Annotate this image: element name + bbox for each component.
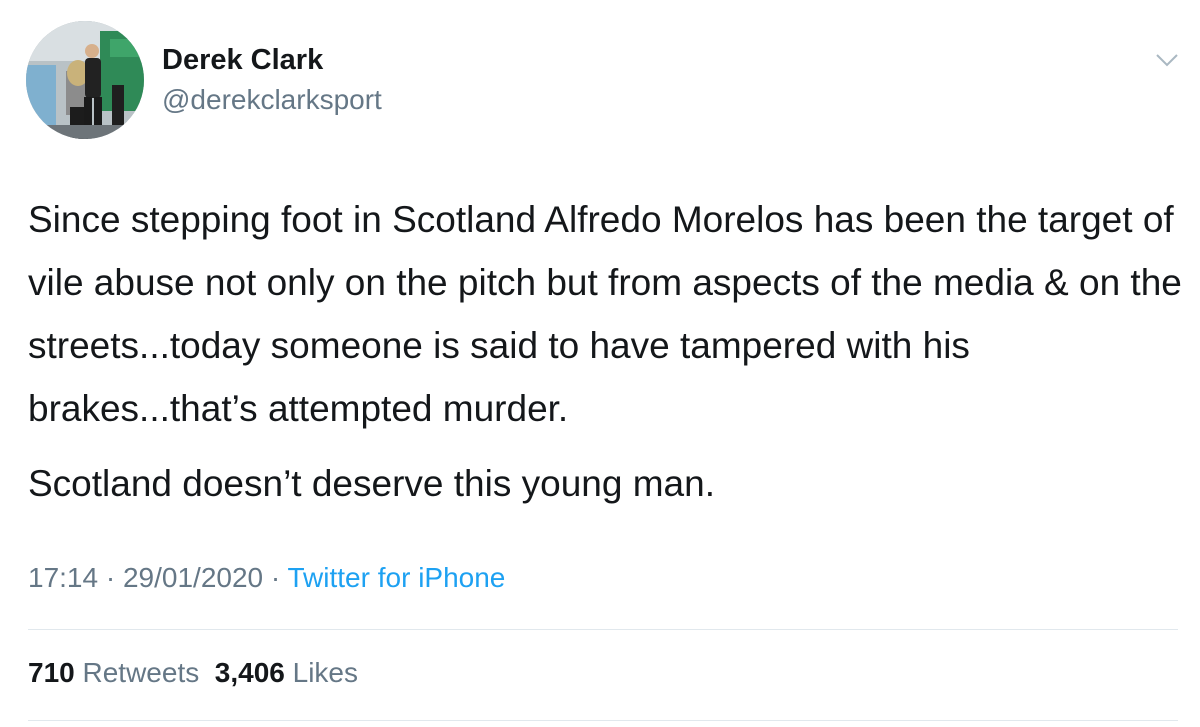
retweets-count: 710 xyxy=(28,657,75,688)
retweets-label: Retweets xyxy=(82,657,200,688)
tweet-meta: 17:14 · 29/01/2020 · Twitter for iPhone xyxy=(28,562,505,594)
meta-separator: · xyxy=(263,562,288,593)
tweet-card: Derek Clark @derekclarksport Since stepp… xyxy=(0,0,1200,727)
author-handle[interactable]: @derekclarksport xyxy=(162,84,382,116)
tweet-text: Since stepping foot in Scotland Alfredo … xyxy=(28,188,1188,515)
meta-separator: · xyxy=(98,562,123,593)
likes-stat[interactable]: 3,406 Likes xyxy=(215,657,358,688)
author-display-name[interactable]: Derek Clark xyxy=(162,44,323,77)
avatar-photo xyxy=(26,21,144,139)
likes-count: 3,406 xyxy=(214,657,285,688)
tweet-paragraph: Since stepping foot in Scotland Alfredo … xyxy=(28,199,1182,429)
tweet-date[interactable]: 29/01/2020 xyxy=(123,562,263,593)
divider xyxy=(28,629,1178,630)
divider xyxy=(28,720,1178,721)
likes-label: Likes xyxy=(292,657,359,688)
chevron-down-icon[interactable] xyxy=(1154,50,1180,70)
tweet-time[interactable]: 17:14 xyxy=(28,562,98,593)
retweets-stat[interactable]: 710 Retweets xyxy=(28,657,199,688)
tweet-source-link[interactable]: Twitter for iPhone xyxy=(288,562,506,593)
avatar[interactable] xyxy=(26,21,144,139)
tweet-paragraph: Scotland doesn’t deserve this young man. xyxy=(28,463,715,504)
tweet-stats: 710 Retweets 3,406 Likes xyxy=(28,657,358,689)
